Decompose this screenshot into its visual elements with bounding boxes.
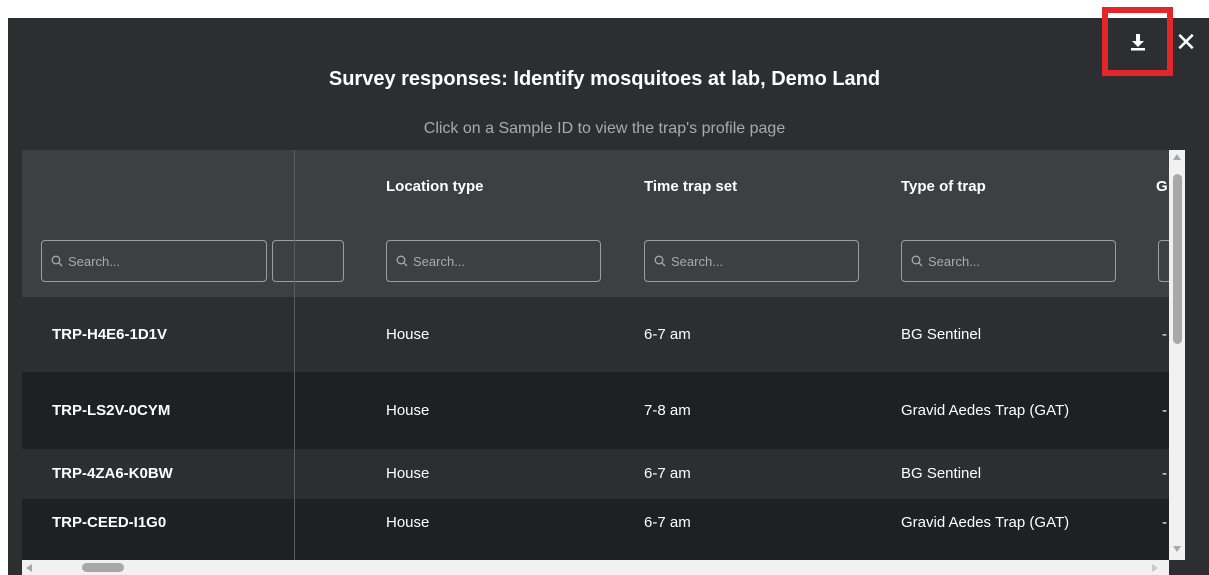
column-header-truncated[interactable]: G [1156, 178, 1168, 195]
horizontal-scroll-thumb[interactable] [82, 563, 124, 572]
truncated-cell: - [1162, 465, 1167, 482]
scroll-up-arrow-icon[interactable] [1173, 154, 1181, 160]
download-button[interactable] [1102, 7, 1173, 76]
table-row: TRP-4ZA6-K0BW House 6-7 am BG Sentinel - [22, 449, 1169, 499]
table-row: TRP-H4E6-1D1V House 6-7 am BG Sentinel - [22, 297, 1169, 372]
truncated-cell: - [1162, 402, 1167, 419]
time-trap-set-cell: 6-7 am [644, 326, 691, 343]
close-button[interactable]: ✕ [1174, 27, 1198, 57]
sample-id-link[interactable]: TRP-4ZA6-K0BW [52, 465, 173, 482]
type-of-trap-cell: BG Sentinel [901, 326, 982, 343]
scroll-down-arrow-icon[interactable] [1173, 546, 1181, 552]
sample-id-link[interactable]: TRP-H4E6-1D1V [52, 326, 167, 343]
search-filter-row: Search... Search... Search... Search... [22, 225, 1169, 297]
location-type-cell: House [386, 514, 430, 531]
type-of-trap-cell: Gravid Aedes Trap (GAT) [901, 402, 1070, 419]
search-input-truncated[interactable] [1158, 240, 1169, 282]
search-input-time-trap-set[interactable]: Search... [644, 240, 859, 282]
vertical-scroll-thumb[interactable] [1173, 174, 1182, 344]
location-type-cell: House [386, 402, 430, 419]
modal-subtitle: Click on a Sample ID to view the trap's … [423, 120, 786, 137]
column-header-type-of-trap[interactable]: Type of trap [901, 178, 986, 195]
type-of-trap-cell: Gravid Aedes Trap (GAT) [901, 514, 1070, 531]
frozen-column-divider [294, 150, 295, 560]
search-icon [654, 255, 666, 267]
column-header-time-trap-set[interactable]: Time trap set [644, 178, 737, 195]
search-input-location-type[interactable]: Search... [386, 240, 601, 282]
truncated-cell: - [1162, 514, 1167, 531]
table-row: TRP-CEED-I1G0 House 6-7 am Gravid Aedes … [22, 499, 1169, 560]
sample-id-link[interactable]: TRP-CEED-I1G0 [52, 514, 166, 531]
table-row: TRP-LS2V-0CYM House 7-8 am Gravid Aedes … [22, 372, 1169, 449]
type-of-trap-cell: BG Sentinel [901, 465, 982, 482]
location-type-cell: House [386, 465, 430, 482]
close-icon: ✕ [1175, 27, 1197, 57]
search-icon [911, 255, 923, 267]
truncated-cell: - [1162, 326, 1167, 343]
table-header-row: Location type Time trap set Type of trap… [22, 150, 1169, 225]
horizontal-scrollbar[interactable] [22, 560, 1169, 575]
scroll-left-arrow-icon[interactable] [26, 564, 32, 572]
location-type-cell: House [386, 326, 430, 343]
time-trap-set-cell: 6-7 am [644, 465, 691, 482]
search-input-sample-id[interactable]: Search... [41, 240, 267, 282]
sample-id-link[interactable]: TRP-LS2V-0CYM [52, 402, 170, 419]
scroll-right-arrow-icon[interactable] [1152, 564, 1158, 572]
time-trap-set-cell: 6-7 am [644, 514, 691, 531]
column-header-location-type[interactable]: Location type [386, 178, 484, 195]
search-input-hidden-column[interactable] [272, 240, 344, 282]
responses-table: Location type Time trap set Type of trap… [22, 150, 1169, 560]
search-input-type-of-trap[interactable]: Search... [901, 240, 1116, 282]
vertical-scrollbar[interactable] [1169, 150, 1185, 560]
search-icon [396, 255, 408, 267]
download-icon [1130, 33, 1145, 50]
modal-title: Survey responses: Identify mosquitoes at… [328, 68, 881, 90]
search-icon [51, 255, 63, 267]
time-trap-set-cell: 7-8 am [644, 402, 691, 419]
